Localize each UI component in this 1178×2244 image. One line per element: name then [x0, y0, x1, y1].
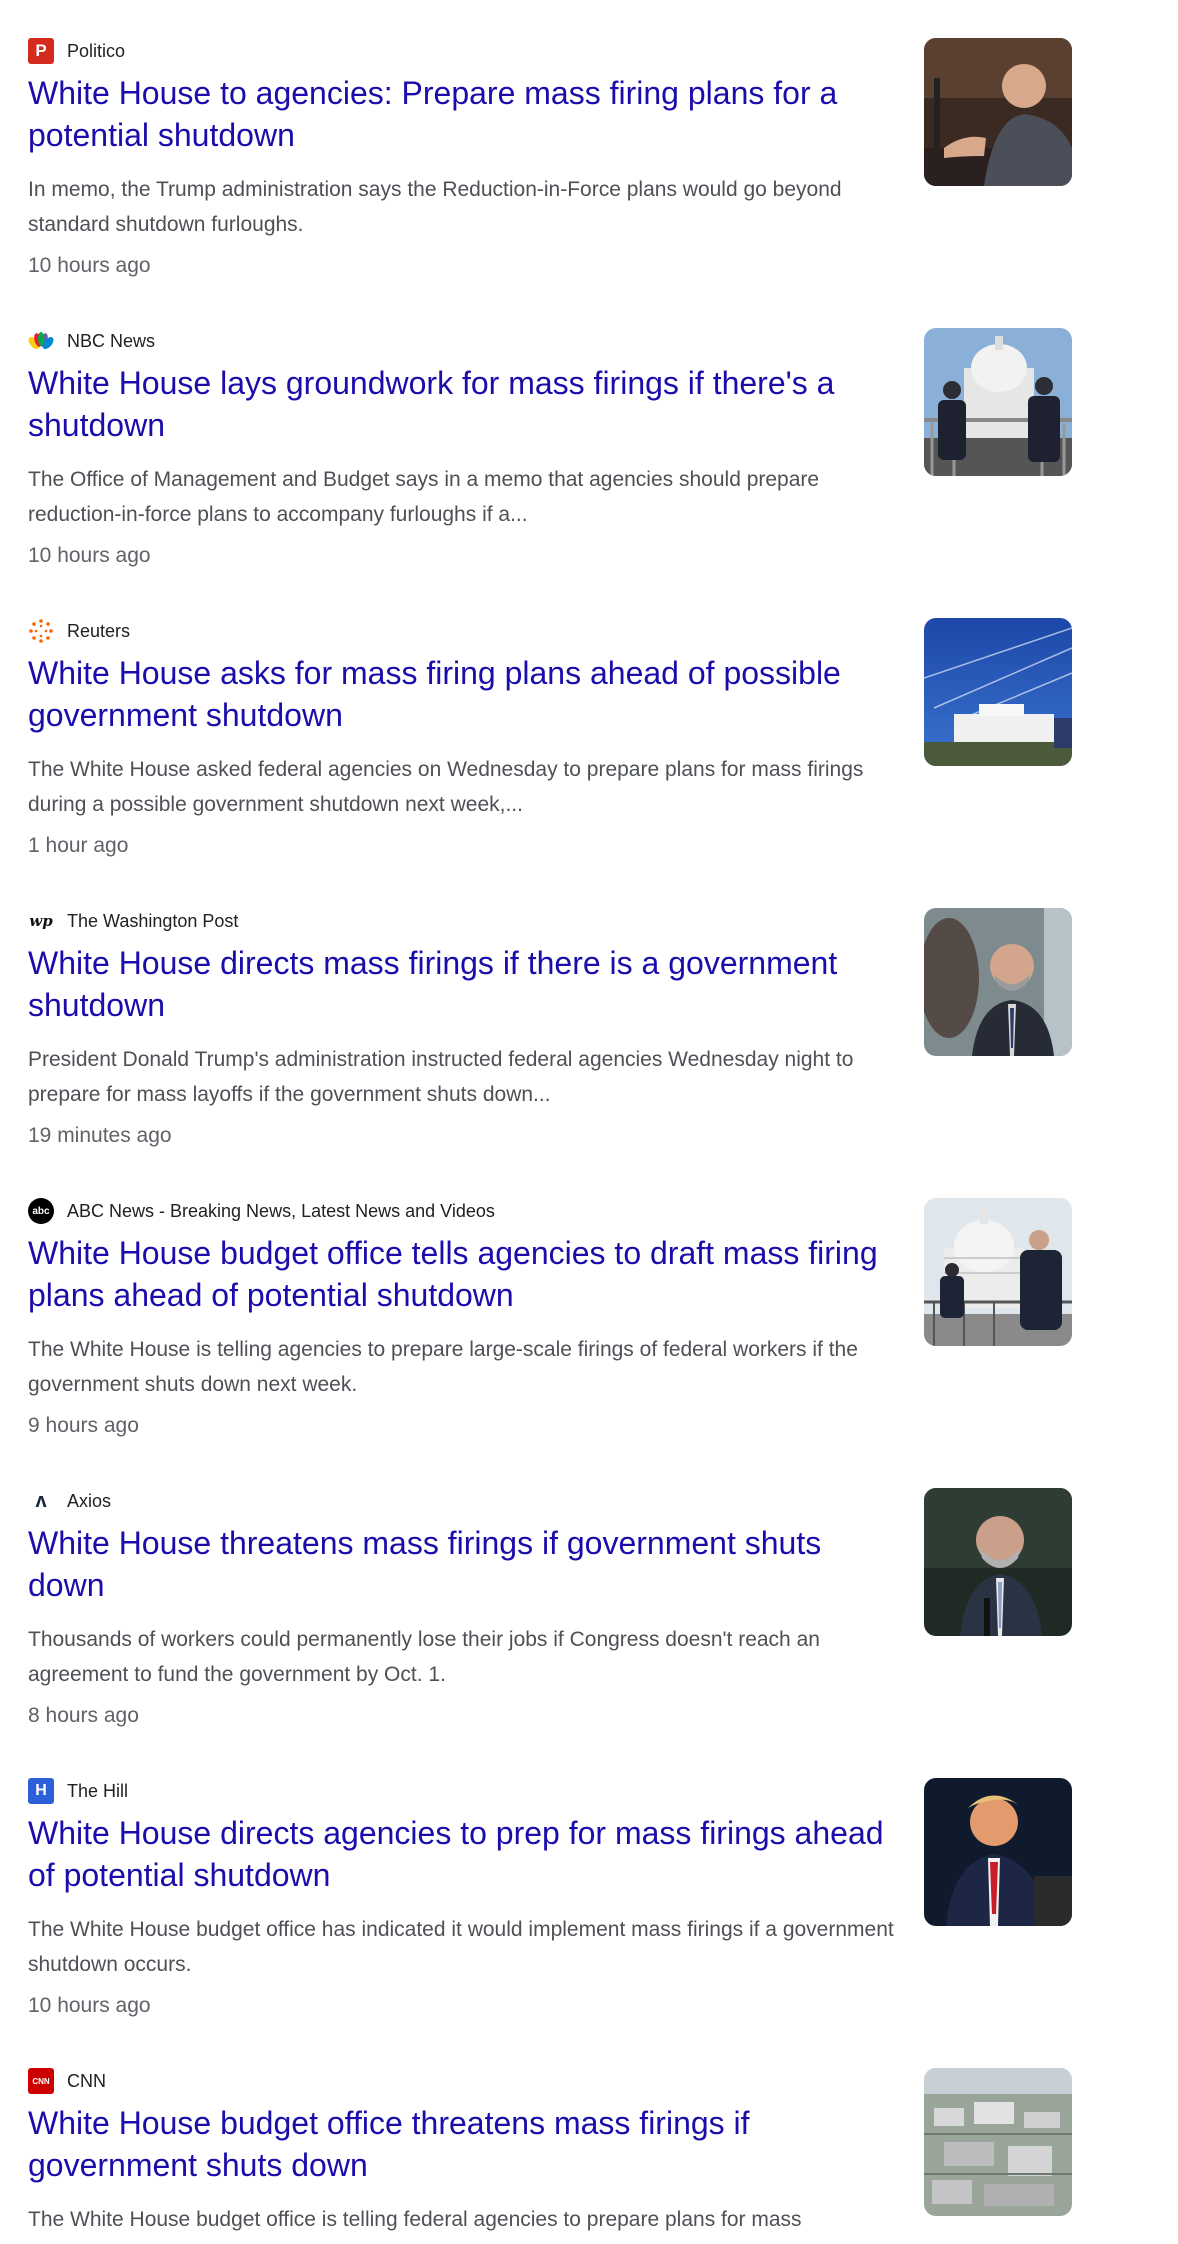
source-row: P Politico [28, 38, 125, 64]
source-row: H The Hill [28, 1778, 128, 1804]
article-headline[interactable]: White House budget office threatens mass… [28, 2102, 898, 2186]
abc-glyph: abc [32, 1205, 50, 1217]
article-snippet: In memo, the Trump administration says t… [28, 178, 842, 236]
article-card[interactable]: abc ABC News - Breaking News, Latest New… [0, 1160, 1178, 1450]
article-card[interactable]: NBC News White House lays groundwork for… [0, 290, 1178, 580]
the-hill-glyph: H [35, 1782, 47, 1799]
capitol-police-image[interactable] [924, 328, 1072, 476]
article-timestamp: 9 hours ago [28, 1414, 139, 1437]
source-row: abc ABC News - Breaking News, Latest New… [28, 1198, 495, 1224]
source-name[interactable]: Axios [67, 1488, 111, 1514]
cnn-glyph: CNN [32, 2076, 50, 2086]
source-row: Reuters [28, 618, 130, 644]
article-timestamp: 10 hours ago [28, 254, 151, 277]
article-card[interactable]: CNN CNN White House budget office threat… [0, 2030, 1178, 2244]
source-name[interactable]: ABC News - Breaking News, Latest News an… [67, 1198, 495, 1224]
source-name[interactable]: NBC News [67, 328, 155, 354]
man-in-suit-image[interactable] [924, 908, 1072, 1056]
aerial-washington-image[interactable] [924, 2068, 1072, 2216]
axios-logo-icon: ʌ [28, 1488, 54, 1514]
nbc-peacock-icon [28, 328, 54, 354]
source-row: CNN CNN [28, 2068, 106, 2094]
article-card[interactable]: Reuters White House asks for mass firing… [0, 580, 1178, 870]
article-timestamp: 10 hours ago [28, 544, 151, 567]
article-headline[interactable]: White House directs agencies to prep for… [28, 1812, 898, 1896]
source-name[interactable]: The Hill [67, 1778, 128, 1804]
article-card[interactable]: H The Hill White House directs agencies … [0, 1740, 1178, 2030]
cnn-logo-icon: CNN [28, 2068, 54, 2094]
article-card[interactable]: wp The Washington Post White House direc… [0, 870, 1178, 1160]
source-row: NBC News [28, 328, 155, 354]
article-snippet: The White House budget office is telling… [28, 2208, 802, 2231]
man-at-podium-image[interactable] [924, 1488, 1072, 1636]
politico-glyph: P [35, 41, 47, 60]
abc-logo-icon: abc [28, 1198, 54, 1224]
reuters-dots-icon [28, 618, 54, 644]
article-headline[interactable]: White House threatens mass firings if go… [28, 1522, 898, 1606]
source-name[interactable]: Politico [67, 38, 125, 64]
article-headline[interactable]: White House directs mass firings if ther… [28, 942, 898, 1026]
source-row: ʌ Axios [28, 1488, 111, 1514]
article-timestamp: 10 hours ago [28, 1994, 151, 2017]
article-snippet: Thousands of workers could permanently l… [28, 1628, 820, 1686]
article-timestamp: 19 minutes ago [28, 1124, 172, 1147]
article-snippet: The White House budget office has indica… [28, 1918, 894, 1976]
politico-p-icon: P [28, 38, 54, 64]
article-card[interactable]: P Politico White House to agencies: Prep… [0, 0, 1178, 290]
article-snippet: President Donald Trump's administration … [28, 1048, 854, 1106]
article-snippet: The White House asked federal agencies o… [28, 758, 864, 816]
news-feed: P Politico White House to agencies: Prep… [0, 0, 1178, 2244]
axios-glyph: ʌ [35, 1489, 47, 1512]
article-snippet: The White House is telling agencies to p… [28, 1338, 858, 1396]
article-headline[interactable]: White House lays groundwork for mass fir… [28, 362, 898, 446]
article-headline[interactable]: White House budget office tells agencies… [28, 1232, 898, 1316]
article-timestamp: 8 hours ago [28, 1704, 139, 1727]
source-row: wp The Washington Post [28, 908, 238, 934]
article-timestamp: 1 hour ago [28, 834, 129, 857]
article-headline[interactable]: White House asks for mass firing plans a… [28, 652, 898, 736]
wp-glyph: wp [29, 912, 53, 930]
white-house-sky-image[interactable] [924, 618, 1072, 766]
wp-logo-icon: wp [28, 908, 54, 934]
article-headline[interactable]: White House to agencies: Prepare mass fi… [28, 72, 898, 156]
article-card[interactable]: ʌ Axios White House threatens mass firin… [0, 1450, 1178, 1740]
trump-speaking-image[interactable] [924, 1778, 1072, 1926]
source-name[interactable]: The Washington Post [67, 908, 238, 934]
article-snippet: The Office of Management and Budget says… [28, 468, 820, 526]
capitol-officers-image[interactable] [924, 1198, 1072, 1346]
the-hill-logo-icon: H [28, 1778, 54, 1804]
man-speaking-at-hearing-image[interactable] [924, 38, 1072, 186]
source-name[interactable]: CNN [67, 2068, 106, 2094]
source-name[interactable]: Reuters [67, 618, 130, 644]
